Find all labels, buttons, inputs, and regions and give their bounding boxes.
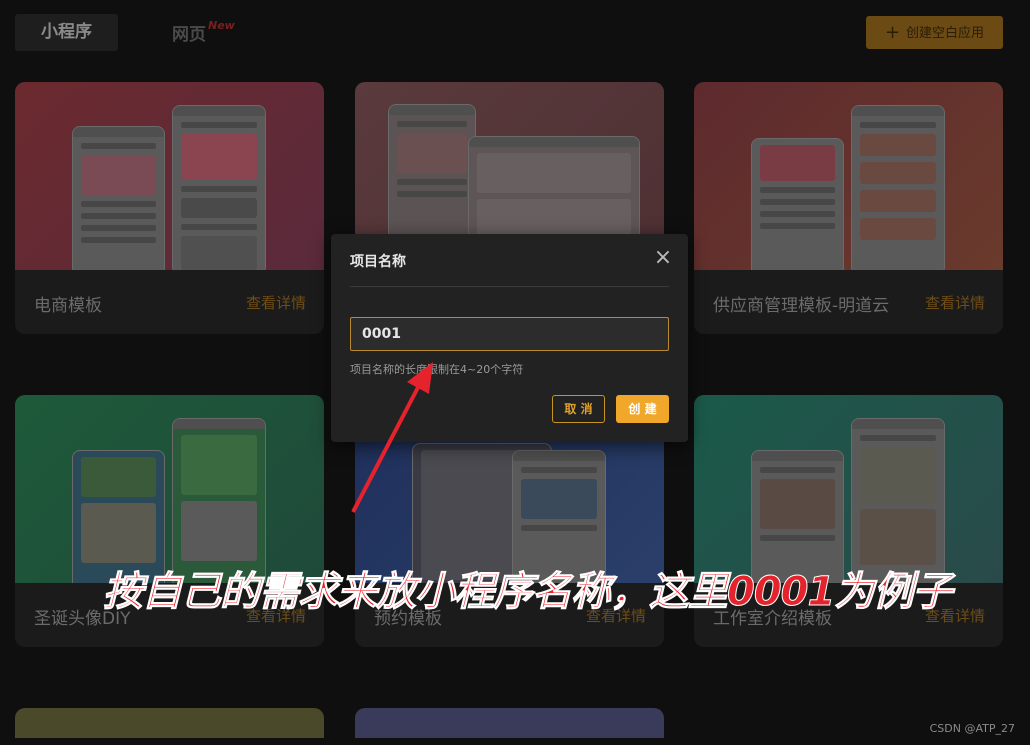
template-card-partial[interactable] (355, 708, 664, 738)
tab-web[interactable]: 网页 New (172, 19, 235, 45)
template-name: 供应商管理模板-明道云 (713, 296, 890, 316)
tab-web-label: 网页 (172, 25, 206, 45)
view-details-link[interactable]: 查看详情 (246, 292, 306, 313)
cancel-button[interactable]: 取 消 (552, 395, 605, 423)
template-card-ecommerce[interactable]: 电商模板 查看详情 (15, 82, 324, 334)
new-badge: New (208, 19, 235, 32)
top-bar: 小程序 网页 New + 创建空白应用 (0, 0, 1030, 70)
project-name-input[interactable]: 0001 (350, 317, 669, 351)
template-card-supplier[interactable]: 供应商管理模板-明道云 查看详情 (694, 82, 1003, 334)
phone-mockup (72, 126, 165, 270)
template-thumbnail (15, 395, 324, 583)
annotation-arrow-icon (351, 362, 433, 513)
template-thumbnail (15, 82, 324, 270)
template-thumbnail (694, 82, 1003, 270)
annotation-text: 按自己的需求来放小程序名称，这里0001为例子 (102, 569, 952, 616)
close-icon[interactable]: × (653, 247, 673, 269)
create-button[interactable]: 创 建 (616, 395, 669, 423)
phone-mockup (172, 105, 266, 270)
create-blank-label: 创建空白应用 (906, 26, 985, 41)
template-thumbnail (694, 395, 1003, 583)
tab-mini-program[interactable]: 小程序 (15, 14, 118, 51)
phone-mockup (751, 138, 844, 270)
phone-mockup (851, 105, 945, 270)
view-details-link[interactable]: 查看详情 (925, 292, 985, 313)
divider (350, 286, 669, 287)
plus-icon: + (884, 22, 901, 43)
template-name: 电商模板 (34, 296, 102, 316)
watermark: CSDN @ATP_27 (929, 722, 1015, 735)
create-blank-app-button[interactable]: + 创建空白应用 (866, 16, 1003, 49)
dialog-title: 项目名称 (350, 254, 406, 270)
template-card-partial[interactable] (15, 708, 324, 738)
